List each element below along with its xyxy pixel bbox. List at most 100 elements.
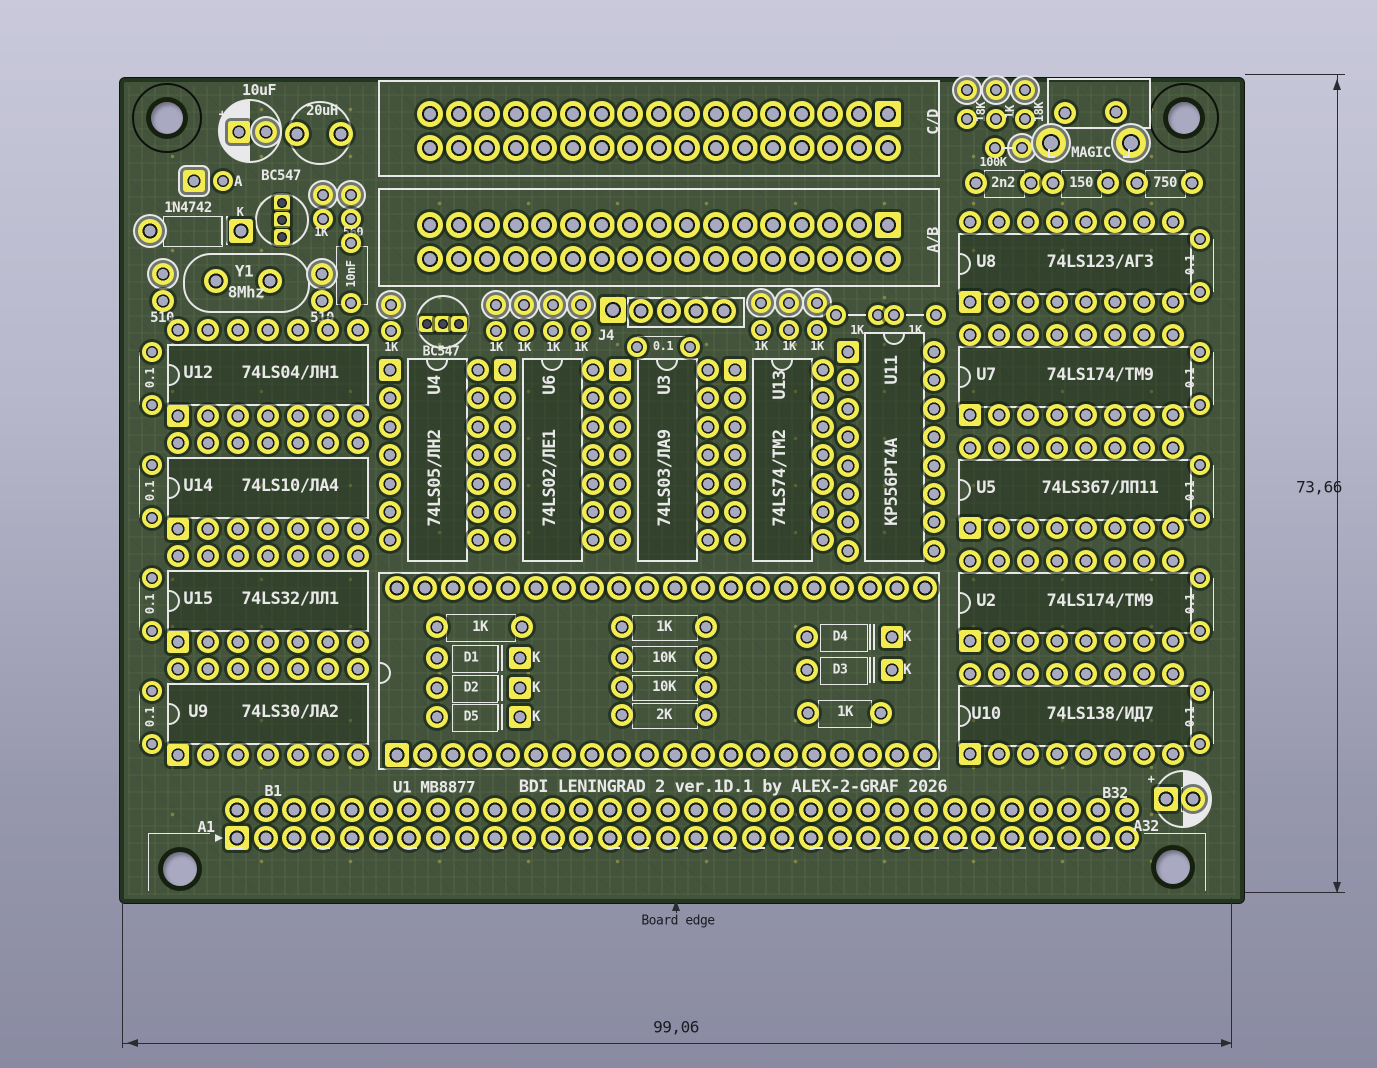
edge-pad-b[interactable] bbox=[512, 798, 536, 822]
ic-pad[interactable] bbox=[1075, 517, 1097, 539]
socket-pad[interactable] bbox=[858, 576, 882, 600]
pad[interactable] bbox=[255, 121, 277, 143]
connector-pad[interactable] bbox=[760, 135, 786, 161]
ic-pad[interactable] bbox=[347, 518, 369, 540]
ic-pad[interactable] bbox=[1017, 663, 1039, 685]
square-pad[interactable] bbox=[419, 316, 435, 332]
connector-pad[interactable] bbox=[446, 101, 472, 127]
pad[interactable] bbox=[1012, 138, 1032, 158]
socket-pad[interactable] bbox=[913, 743, 937, 767]
pad[interactable] bbox=[751, 293, 771, 313]
pad[interactable] bbox=[1054, 102, 1076, 124]
connector-pad[interactable] bbox=[503, 246, 529, 272]
ic-pad[interactable] bbox=[1017, 630, 1039, 652]
ic-pad[interactable] bbox=[227, 744, 249, 766]
pad[interactable] bbox=[543, 295, 563, 315]
square-pad[interactable] bbox=[228, 121, 250, 143]
ic-pad[interactable] bbox=[227, 658, 249, 680]
ic-pad[interactable] bbox=[988, 404, 1010, 426]
ic-pad[interactable] bbox=[1075, 211, 1097, 233]
ic-pad[interactable] bbox=[988, 291, 1010, 313]
ic-pad[interactable] bbox=[257, 405, 279, 427]
pad[interactable] bbox=[311, 263, 333, 285]
connector-pad[interactable] bbox=[875, 246, 901, 272]
ic-pad[interactable] bbox=[1104, 404, 1126, 426]
ic-pad[interactable] bbox=[988, 324, 1010, 346]
socket-pad[interactable] bbox=[441, 743, 465, 767]
ic-pad[interactable] bbox=[1017, 743, 1039, 765]
pad[interactable] bbox=[142, 455, 162, 475]
ic-pad[interactable] bbox=[1046, 630, 1068, 652]
pad[interactable] bbox=[213, 171, 233, 191]
ic-pad[interactable] bbox=[1162, 404, 1184, 426]
socket-pad[interactable] bbox=[413, 576, 437, 600]
ic-pad[interactable] bbox=[287, 631, 309, 653]
connector-pad[interactable] bbox=[474, 212, 500, 238]
socket-pad[interactable] bbox=[385, 576, 409, 600]
edge-pad-b[interactable] bbox=[684, 798, 708, 822]
ic-pad[interactable] bbox=[347, 405, 369, 427]
connector-pad[interactable] bbox=[760, 246, 786, 272]
edge-pad-b[interactable] bbox=[598, 798, 622, 822]
ic-pad[interactable] bbox=[227, 518, 249, 540]
edge-pad-b[interactable] bbox=[971, 798, 995, 822]
jumper-pad[interactable] bbox=[1116, 128, 1146, 158]
ic-pad[interactable] bbox=[1075, 743, 1097, 765]
ic-pad[interactable] bbox=[1075, 404, 1097, 426]
ic-pad[interactable] bbox=[347, 658, 369, 680]
square-pad[interactable] bbox=[509, 706, 531, 728]
ic-pad[interactable] bbox=[959, 291, 981, 313]
pad[interactable] bbox=[1190, 342, 1210, 362]
pad[interactable] bbox=[884, 305, 904, 325]
pad[interactable] bbox=[426, 677, 448, 699]
pad[interactable] bbox=[1190, 568, 1210, 588]
ic-pad[interactable] bbox=[837, 540, 859, 562]
ic-pad[interactable] bbox=[959, 324, 981, 346]
connector-pad[interactable] bbox=[789, 135, 815, 161]
pad[interactable] bbox=[486, 295, 506, 315]
ic-pad[interactable] bbox=[724, 501, 746, 523]
ic-pad[interactable] bbox=[1133, 517, 1155, 539]
ic-pad[interactable] bbox=[959, 517, 981, 539]
ic-pad[interactable] bbox=[227, 405, 249, 427]
connector-pad[interactable] bbox=[560, 101, 586, 127]
connector-pad[interactable] bbox=[589, 101, 615, 127]
square-pad[interactable] bbox=[274, 229, 290, 245]
ic-pad[interactable] bbox=[1133, 743, 1155, 765]
connector-pad[interactable] bbox=[760, 101, 786, 127]
connector-pad[interactable] bbox=[789, 212, 815, 238]
pad[interactable] bbox=[1190, 229, 1210, 249]
connector-pad[interactable] bbox=[417, 212, 443, 238]
pad[interactable] bbox=[779, 320, 799, 340]
connector-pad[interactable] bbox=[474, 246, 500, 272]
square-pad[interactable] bbox=[183, 170, 205, 192]
socket-pad[interactable] bbox=[496, 743, 520, 767]
pad[interactable] bbox=[1126, 172, 1148, 194]
ic-pad[interactable] bbox=[923, 483, 945, 505]
ic-pad[interactable] bbox=[167, 405, 189, 427]
connector-pad[interactable] bbox=[732, 135, 758, 161]
connector-pad[interactable] bbox=[503, 135, 529, 161]
ic-pad[interactable] bbox=[609, 359, 631, 381]
ic-pad[interactable] bbox=[582, 473, 604, 495]
connector-outline-cd[interactable] bbox=[378, 80, 940, 177]
ic-pad[interactable] bbox=[959, 630, 981, 652]
pad[interactable] bbox=[1105, 101, 1127, 123]
pad[interactable] bbox=[341, 233, 361, 253]
pad[interactable] bbox=[870, 702, 892, 724]
header-pad[interactable] bbox=[712, 299, 736, 323]
pad[interactable] bbox=[926, 305, 946, 325]
ic-pad[interactable] bbox=[347, 545, 369, 567]
pad[interactable] bbox=[142, 734, 162, 754]
ic-pad[interactable] bbox=[257, 744, 279, 766]
ic-pad[interactable] bbox=[724, 473, 746, 495]
ic-pad[interactable] bbox=[1046, 211, 1068, 233]
socket-pad[interactable] bbox=[580, 743, 604, 767]
ic-pad[interactable] bbox=[379, 416, 401, 438]
ic-pad[interactable] bbox=[494, 473, 516, 495]
edge-pad-b[interactable] bbox=[426, 798, 450, 822]
socket-pad[interactable] bbox=[691, 576, 715, 600]
edge-pad-b[interactable] bbox=[828, 798, 852, 822]
ic-pad[interactable] bbox=[1104, 324, 1126, 346]
edge-pad-b[interactable] bbox=[627, 798, 651, 822]
